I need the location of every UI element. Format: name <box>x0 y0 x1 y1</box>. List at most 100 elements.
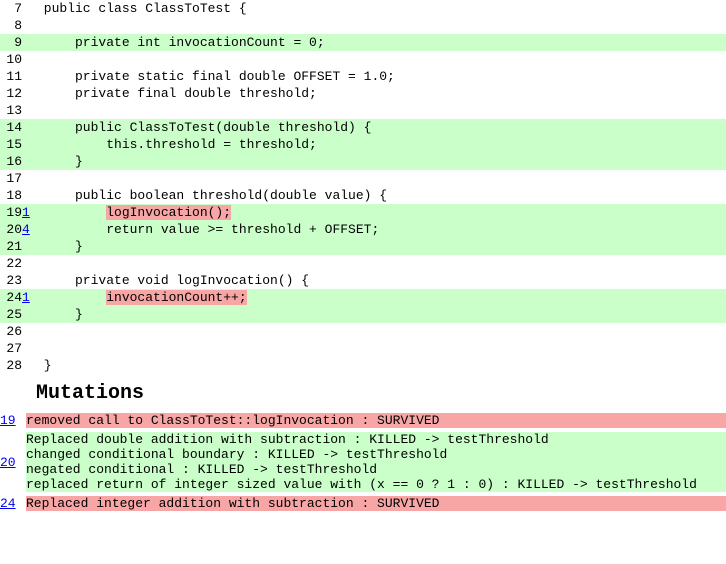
mutation-count-cell <box>22 153 36 170</box>
code-content: } <box>36 153 726 170</box>
line-number: 19 <box>0 204 22 221</box>
code-content <box>36 102 726 119</box>
code-line: 11 private static final double OFFSET = … <box>0 68 726 85</box>
code-content: private static final double OFFSET = 1.0… <box>36 68 726 85</box>
mutation-count-cell <box>22 323 36 340</box>
survived-highlight: invocationCount++; <box>106 290 246 305</box>
code-content <box>36 51 726 68</box>
code-line: 12 private final double threshold; <box>0 85 726 102</box>
mutation-count-cell <box>22 34 36 51</box>
mutation-killed: replaced return of integer sized value w… <box>26 477 726 492</box>
code-content: private int invocationCount = 0; <box>36 34 726 51</box>
mutation-count-link[interactable]: 1 <box>22 290 30 305</box>
mutation-survived: removed call to ClassToTest::logInvocati… <box>26 413 726 428</box>
code-content: private final double threshold; <box>36 85 726 102</box>
line-number: 14 <box>0 119 22 136</box>
mutation-count-cell: 1 <box>22 289 36 306</box>
code-line: 16 } <box>0 153 726 170</box>
code-indent <box>36 205 106 220</box>
code-line: 17 <box>0 170 726 187</box>
code-content: } <box>36 306 726 323</box>
line-number: 8 <box>0 17 22 34</box>
mutation-line-link[interactable]: 19 <box>0 413 16 428</box>
line-number: 22 <box>0 255 22 272</box>
code-content <box>36 255 726 272</box>
code-content: public boolean threshold(double value) { <box>36 187 726 204</box>
mutation-count-cell <box>22 68 36 85</box>
code-content <box>36 170 726 187</box>
line-number: 28 <box>0 357 22 374</box>
mutation-count-cell <box>22 187 36 204</box>
mutation-count-cell <box>22 119 36 136</box>
code-line: 25 } <box>0 306 726 323</box>
line-number: 11 <box>0 68 22 85</box>
code-line: 28 } <box>0 357 726 374</box>
mutation-count-link[interactable]: 4 <box>22 222 30 237</box>
code-indent <box>36 290 106 305</box>
line-number: 17 <box>0 170 22 187</box>
mutation-count-cell <box>22 0 36 17</box>
line-number: 13 <box>0 102 22 119</box>
code-line: 8 <box>0 17 726 34</box>
mutation-group: 20 Replaced double addition with subtract… <box>0 430 726 494</box>
line-number: 24 <box>0 289 22 306</box>
code-content: private void logInvocation() { <box>36 272 726 289</box>
code-line: 27 <box>0 340 726 357</box>
line-number: 10 <box>0 51 22 68</box>
line-number: 21 <box>0 238 22 255</box>
code-line: 22 <box>0 255 726 272</box>
line-number: 15 <box>0 136 22 153</box>
line-number: 18 <box>0 187 22 204</box>
code-line: 23 private void logInvocation() { <box>0 272 726 289</box>
mutation-count-link[interactable]: 1 <box>22 205 30 220</box>
code-line: 9 private int invocationCount = 0; <box>0 34 726 51</box>
line-number: 20 <box>0 221 22 238</box>
mutation-killed: negated conditional : KILLED -> testThre… <box>26 462 726 477</box>
line-number: 9 <box>0 34 22 51</box>
code-content: } <box>36 238 726 255</box>
mutation-line-cell: 20 <box>0 430 26 494</box>
mutation-count-cell <box>22 170 36 187</box>
code-content <box>36 17 726 34</box>
survived-highlight: logInvocation(); <box>106 205 231 220</box>
mutation-group: 24 Replaced integer addition with subtrac… <box>0 494 726 513</box>
mutation-survived: Replaced integer addition with subtracti… <box>26 496 726 511</box>
mutation-entries: removed call to ClassToTest::logInvocati… <box>26 411 726 430</box>
code-line: 10 <box>0 51 726 68</box>
code-content: return value >= threshold + OFFSET; <box>36 221 726 238</box>
mutation-count-cell <box>22 102 36 119</box>
code-content: public class ClassToTest { <box>36 0 726 17</box>
line-number: 23 <box>0 272 22 289</box>
mutation-count-cell: 4 <box>22 221 36 238</box>
mutation-count-cell <box>22 85 36 102</box>
mutations-heading: Mutations <box>0 374 726 411</box>
mutation-killed: changed conditional boundary : KILLED ->… <box>26 447 726 462</box>
code-line: 18 public boolean threshold(double value… <box>0 187 726 204</box>
mutation-line-link[interactable]: 24 <box>0 496 16 511</box>
code-line: 13 <box>0 102 726 119</box>
code-line: 191 logInvocation(); <box>0 204 726 221</box>
line-number: 25 <box>0 306 22 323</box>
mutation-count-cell <box>22 340 36 357</box>
code-indent <box>36 222 106 237</box>
line-number: 7 <box>0 0 22 17</box>
code-content <box>36 323 726 340</box>
source-code-table: 7 public class ClassToTest {89 private i… <box>0 0 726 374</box>
line-number: 26 <box>0 323 22 340</box>
mutation-count-cell: 1 <box>22 204 36 221</box>
code-line: 241 invocationCount++; <box>0 289 726 306</box>
mutation-entries: Replaced double addition with subtractio… <box>26 430 726 494</box>
mutation-count-cell <box>22 136 36 153</box>
mutation-line-cell: 19 <box>0 411 26 430</box>
mutation-entries: Replaced integer addition with subtracti… <box>26 494 726 513</box>
code-line: 7 public class ClassToTest { <box>0 0 726 17</box>
code-content: public ClassToTest(double threshold) { <box>36 119 726 136</box>
code-line: 26 <box>0 323 726 340</box>
mutation-count-cell <box>22 17 36 34</box>
killed-highlight: return value >= threshold + OFFSET; <box>106 222 379 237</box>
line-number: 27 <box>0 340 22 357</box>
mutation-line-link[interactable]: 20 <box>0 455 16 470</box>
mutation-group: 19 removed call to ClassToTest::logInvoca… <box>0 411 726 430</box>
code-content: } <box>36 357 726 374</box>
code-line: 21 } <box>0 238 726 255</box>
